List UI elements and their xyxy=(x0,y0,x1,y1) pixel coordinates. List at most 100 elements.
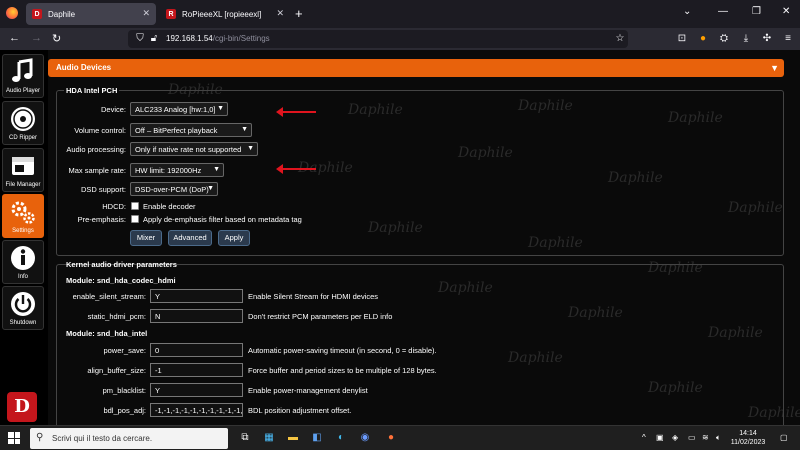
param-description: Enable Silent Stream for HDMI devices xyxy=(248,292,379,301)
mixer-button[interactable]: Mixer xyxy=(130,230,162,246)
taskbar-clock[interactable]: 14:14 11/02/2023 xyxy=(728,429,768,447)
dropdown-triangle-icon: ▼ xyxy=(207,185,214,192)
apply-button[interactable]: Apply xyxy=(218,230,250,246)
sidebar-item-cd-ripper[interactable]: CD Ripper xyxy=(2,101,44,145)
param-description: Enable power-management denylist xyxy=(248,386,368,395)
downloads-icon[interactable]: ⤓ xyxy=(740,33,752,45)
notifications-icon[interactable]: ▢ xyxy=(780,433,788,442)
browser-tab-bar: D Daphile ✕ R RoPieeeXL [ropieeexl] ✕ + … xyxy=(0,0,800,28)
wifi-icon[interactable]: ≋ xyxy=(702,433,709,442)
sidebar-item-shutdown[interactable]: Shutdown xyxy=(2,286,44,330)
device-select[interactable]: ALC233 Analog [hw:1,0] ▼ xyxy=(130,102,228,116)
hdcd-checkbox-label: Enable decoder xyxy=(143,202,196,211)
red-annotation-arrow xyxy=(276,164,316,174)
param-input[interactable]: Y xyxy=(150,289,243,303)
widgets-icon[interactable]: ▦ xyxy=(262,431,276,445)
list-tabs-icon[interactable]: ⌄ xyxy=(683,6,691,17)
param-description: Don't restrict PCM parameters per ELD in… xyxy=(248,312,393,321)
url-text: 192.168.1.54/cgi-bin/Settings xyxy=(166,34,270,43)
tray-overflow-icon[interactable]: ^ xyxy=(642,433,646,442)
pre-emphasis-checkbox[interactable] xyxy=(131,215,139,223)
param-input[interactable]: Y xyxy=(150,383,243,397)
sidebar: Audio Player CD Ripper File Manager Sett… xyxy=(0,50,46,425)
extensions-puzzle-icon[interactable]: ✣ xyxy=(761,33,773,45)
param-label: enable_silent_stream: xyxy=(72,292,146,301)
sidebar-item-info[interactable]: Info xyxy=(2,240,44,284)
browser-nav-bar: ← → ↻ ⛉ 🔓︎ 192.168.1.54/cgi-bin/Settings… xyxy=(0,28,800,50)
bookmark-star-icon[interactable]: ☆ xyxy=(614,33,626,45)
section-title: Audio Devices xyxy=(56,63,112,72)
param-label: bdl_pos_adj: xyxy=(103,406,146,415)
advanced-button[interactable]: Advanced xyxy=(168,230,212,246)
url-bar[interactable]: ⛉ 🔓︎ 192.168.1.54/cgi-bin/Settings ☆ xyxy=(128,30,628,48)
menu-icon[interactable]: ≡ xyxy=(782,33,794,45)
close-icon[interactable]: ✕ xyxy=(276,8,284,19)
param-label: static_hdmi_pcm: xyxy=(87,312,146,321)
maximize-icon[interactable]: ❐ xyxy=(752,6,761,17)
device-group-title: HDA Intel PCH xyxy=(64,86,120,95)
close-icon[interactable]: ✕ xyxy=(142,8,150,19)
taskbar-search-box[interactable]: ⚲ Scrivi qui il testo da cercare. xyxy=(30,428,228,449)
edge-icon[interactable]: ◐ xyxy=(334,431,348,445)
cd-disc-icon xyxy=(11,107,35,131)
param-input[interactable]: 0 xyxy=(150,343,243,357)
volume-icon[interactable]: 🔈︎ xyxy=(716,433,721,443)
hdcd-label: HDCD: xyxy=(102,202,126,211)
store-icon[interactable]: ◧ xyxy=(310,431,324,445)
pocket-icon[interactable]: ⊡ xyxy=(676,33,688,45)
shield-icon[interactable]: ⛉ xyxy=(134,33,146,45)
firefox-taskbar-icon[interactable]: ● xyxy=(384,431,398,445)
sidebar-item-audio-player[interactable]: Audio Player xyxy=(2,54,44,98)
dropdown-triangle-icon: ▼ xyxy=(241,126,248,133)
hdcd-checkbox[interactable] xyxy=(131,202,139,210)
tab-ropieee[interactable]: R RoPieeeXL [ropieeexl] ✕ xyxy=(160,3,290,25)
volume-control-select[interactable]: Off – BitPerfect playback ▼ xyxy=(130,123,252,137)
windows-start-icon[interactable] xyxy=(8,432,20,444)
tray-app-icon[interactable]: ▣ xyxy=(656,433,664,442)
main-panel: Daphile Daphile Daphile Daphile Daphile … xyxy=(48,50,800,425)
account-icon[interactable]: ● xyxy=(697,33,709,45)
reload-icon[interactable]: ↻ xyxy=(52,32,61,45)
max-sample-rate-select[interactable]: HW limit: 192000Hz ▼ xyxy=(130,163,224,177)
module-title: Module: snd_hda_intel xyxy=(66,329,148,338)
audio-devices-header[interactable]: Audio Devices ▼ xyxy=(48,59,784,77)
daphile-logo[interactable]: D xyxy=(7,392,37,422)
file-manager-icon xyxy=(12,157,34,175)
sidebar-item-settings[interactable]: Settings xyxy=(2,194,44,238)
collapse-triangle-icon[interactable]: ▼ xyxy=(770,63,779,73)
extension-icon[interactable]: ⛭ xyxy=(718,33,730,45)
file-explorer-icon[interactable]: ▬ xyxy=(286,431,300,445)
search-placeholder: Scrivi qui il testo da cercare. xyxy=(52,434,153,443)
ropieee-favicon-icon: R xyxy=(166,9,176,19)
chrome-icon[interactable]: ◉ xyxy=(358,431,372,445)
sidebar-item-file-manager[interactable]: File Manager xyxy=(2,148,44,192)
tab-label: Daphile xyxy=(48,9,76,19)
param-input[interactable]: N xyxy=(150,309,243,323)
insecure-lock-icon[interactable]: 🔓︎ xyxy=(148,33,160,45)
tab-daphile[interactable]: D Daphile ✕ xyxy=(26,3,156,25)
sidebar-item-label: Info xyxy=(17,274,28,280)
dropdown-triangle-icon: ▼ xyxy=(217,105,224,112)
kernel-params-title: Kernel audio driver parameters xyxy=(66,260,177,269)
music-note-icon xyxy=(12,58,33,82)
sidebar-item-label: Shutdown xyxy=(9,320,37,326)
audio-processing-label: Audio processing: xyxy=(66,145,126,154)
battery-icon[interactable]: ▭ xyxy=(688,433,696,442)
clock-time: 14:14 xyxy=(739,430,757,437)
max-sample-rate-label: Max sample rate: xyxy=(68,166,126,175)
close-window-icon[interactable]: ✕ xyxy=(782,6,790,17)
task-view-icon[interactable]: ⧉ xyxy=(238,431,252,445)
sidebar-item-label: Settings xyxy=(12,228,34,234)
minimize-icon[interactable]: — xyxy=(718,6,728,17)
firefox-logo-icon[interactable] xyxy=(6,7,18,19)
forward-arrow-icon[interactable]: → xyxy=(31,32,42,44)
back-arrow-icon[interactable]: ← xyxy=(9,32,20,44)
audio-processing-select[interactable]: Only if native rate not supported ▼ xyxy=(130,142,258,156)
param-input[interactable]: -1 xyxy=(150,363,243,377)
info-icon xyxy=(11,246,35,270)
dsd-support-select[interactable]: DSD-over-PCM (DoP) ▼ xyxy=(130,182,218,196)
param-input[interactable]: -1,-1,-1,-1,-1,-1,-1,-1,-1,-1, xyxy=(150,403,243,417)
tray-app-icon[interactable]: ◈ xyxy=(672,433,678,442)
new-tab-button[interactable]: + xyxy=(295,6,303,21)
device-label: Device: xyxy=(100,105,126,114)
